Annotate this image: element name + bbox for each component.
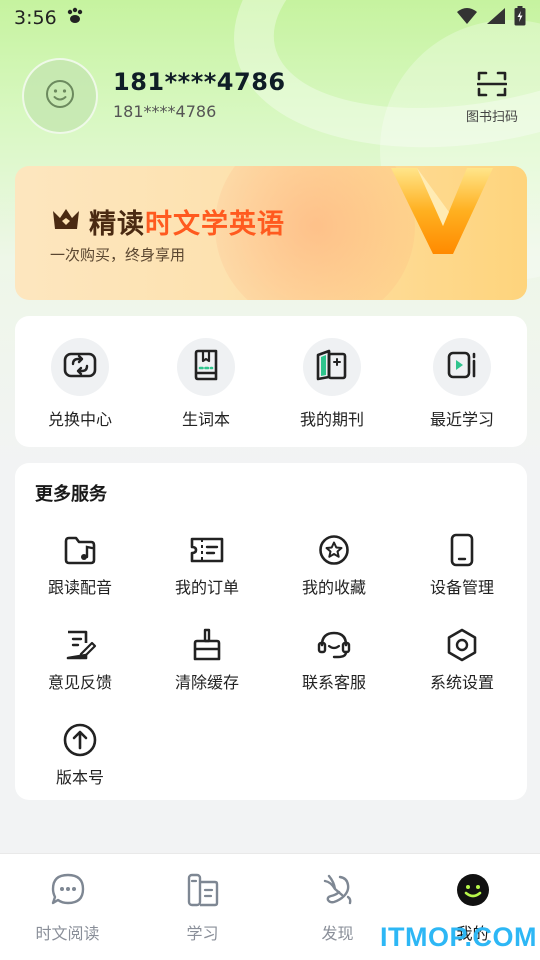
quick-action-label: 兑换中心 (47, 410, 112, 429)
more-services-card: 更多服务 跟读配音 我的订单 我的收藏 设备管理 意见反馈 清除缓存 联系客服 … (15, 463, 527, 800)
user-display-name[interactable]: 181****4786 (113, 68, 286, 96)
vip-title: 精读时文学英语 (89, 209, 285, 240)
vip-banner[interactable]: 精读时文学英语 一次购买，终身享用 (15, 166, 527, 300)
service-label: 联系客服 (301, 673, 366, 692)
quick-action-label: 最近学习 (429, 410, 494, 429)
service-favorites[interactable]: 我的收藏 (270, 532, 398, 598)
smiley-profile-icon (455, 872, 491, 912)
journal-icon (315, 349, 349, 385)
book-scan-button[interactable]: 图书扫码 (460, 70, 524, 125)
user-account: 181****4786 (113, 102, 217, 121)
study-book-icon (186, 872, 220, 912)
quick-action-label: 生词本 (181, 410, 230, 429)
scan-icon (476, 70, 508, 102)
service-label: 清除缓存 (174, 673, 239, 692)
vip-subtitle: 一次购买，终身享用 (50, 246, 186, 264)
service-follow-dub[interactable]: 跟读配音 (16, 532, 144, 598)
avatar[interactable] (22, 58, 98, 134)
vocabulary-book-icon (191, 349, 221, 385)
service-system-settings[interactable]: 系统设置 (398, 627, 526, 693)
crown-icon (51, 206, 81, 236)
tab-reading[interactable]: 时文阅读 (0, 872, 135, 944)
paw-notification-icon (65, 7, 85, 30)
settings-hexagon-icon (444, 627, 480, 663)
service-label: 版本号 (55, 768, 104, 787)
service-label: 我的订单 (174, 578, 239, 597)
vip-v-logo-icon (387, 166, 497, 264)
service-my-orders[interactable]: 我的订单 (143, 532, 271, 598)
quick-actions-card: 兑换中心 生词本 我的期刊 最近学习 (15, 316, 527, 447)
scan-label: 图书扫码 (465, 110, 518, 125)
folder-music-icon (62, 532, 98, 568)
service-feedback[interactable]: 意见反馈 (16, 627, 144, 693)
service-label: 系统设置 (429, 673, 494, 692)
quick-action-vocabulary[interactable]: 生词本 (142, 338, 270, 430)
quick-action-recent[interactable]: 最近学习 (398, 338, 526, 430)
service-label: 意见反馈 (47, 673, 112, 692)
headset-icon (316, 627, 352, 663)
wifi-icon (456, 7, 478, 30)
feedback-icon (62, 627, 98, 663)
status-time: 3:56 (14, 7, 57, 29)
service-version[interactable]: 版本号 (16, 722, 144, 788)
star-circle-icon (316, 532, 352, 568)
recent-video-icon (446, 349, 478, 385)
phone-icon (444, 532, 480, 568)
service-clear-cache[interactable]: 清除缓存 (143, 627, 271, 693)
section-title: 更多服务 (35, 484, 107, 505)
service-contact-support[interactable]: 联系客服 (270, 627, 398, 693)
signal-icon (486, 7, 506, 30)
watermark: ITMOP.COM (380, 922, 538, 952)
service-device-management[interactable]: 设备管理 (398, 532, 526, 598)
smiley-avatar-icon (44, 78, 76, 114)
quick-action-label: 我的期刊 (299, 410, 364, 429)
status-bar: 3:56 (0, 0, 540, 36)
battery-icon (514, 5, 526, 31)
service-label: 跟读配音 (47, 578, 112, 597)
order-ticket-icon (189, 532, 225, 568)
quick-action-journal[interactable]: 我的期刊 (268, 338, 396, 430)
exchange-icon (63, 350, 97, 384)
tab-study[interactable]: 学习 (135, 872, 270, 944)
service-label: 设备管理 (429, 578, 494, 597)
quick-action-exchange[interactable]: 兑换中心 (16, 338, 144, 430)
discover-icon (320, 872, 356, 912)
upload-circle-icon (62, 722, 98, 758)
chat-bubble-icon (50, 872, 86, 912)
broom-icon (189, 627, 225, 663)
service-label: 我的收藏 (301, 578, 366, 597)
tab-label: 时文阅读 (35, 924, 100, 943)
tab-label: 学习 (186, 924, 219, 943)
tab-label: 发现 (321, 924, 354, 943)
